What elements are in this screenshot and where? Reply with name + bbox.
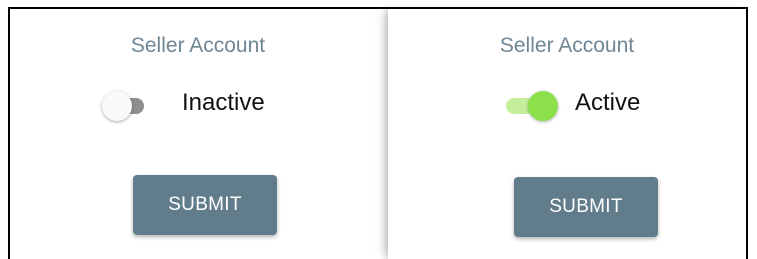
toggle-thumb[interactable] [528, 91, 558, 121]
seller-account-panel-active: Seller Account Active SUBMIT [388, 9, 746, 259]
status-toggle-row: Active [388, 88, 746, 124]
submit-button[interactable]: SUBMIT [133, 175, 277, 235]
panel-heading: Seller Account [130, 34, 266, 57]
toggle-label: Active [575, 89, 641, 116]
seller-account-panel-inactive: Seller Account Inactive SUBMIT [10, 9, 386, 259]
toggle-label: Inactive [182, 89, 265, 116]
submit-button[interactable]: SUBMIT [514, 177, 658, 237]
panel-heading: Seller Account [499, 34, 635, 57]
screenshot-frame: Seller Account Inactive SUBMIT Seller Ac… [8, 7, 748, 259]
status-toggle-row: Inactive [10, 88, 386, 124]
toggle-thumb[interactable] [102, 91, 132, 121]
